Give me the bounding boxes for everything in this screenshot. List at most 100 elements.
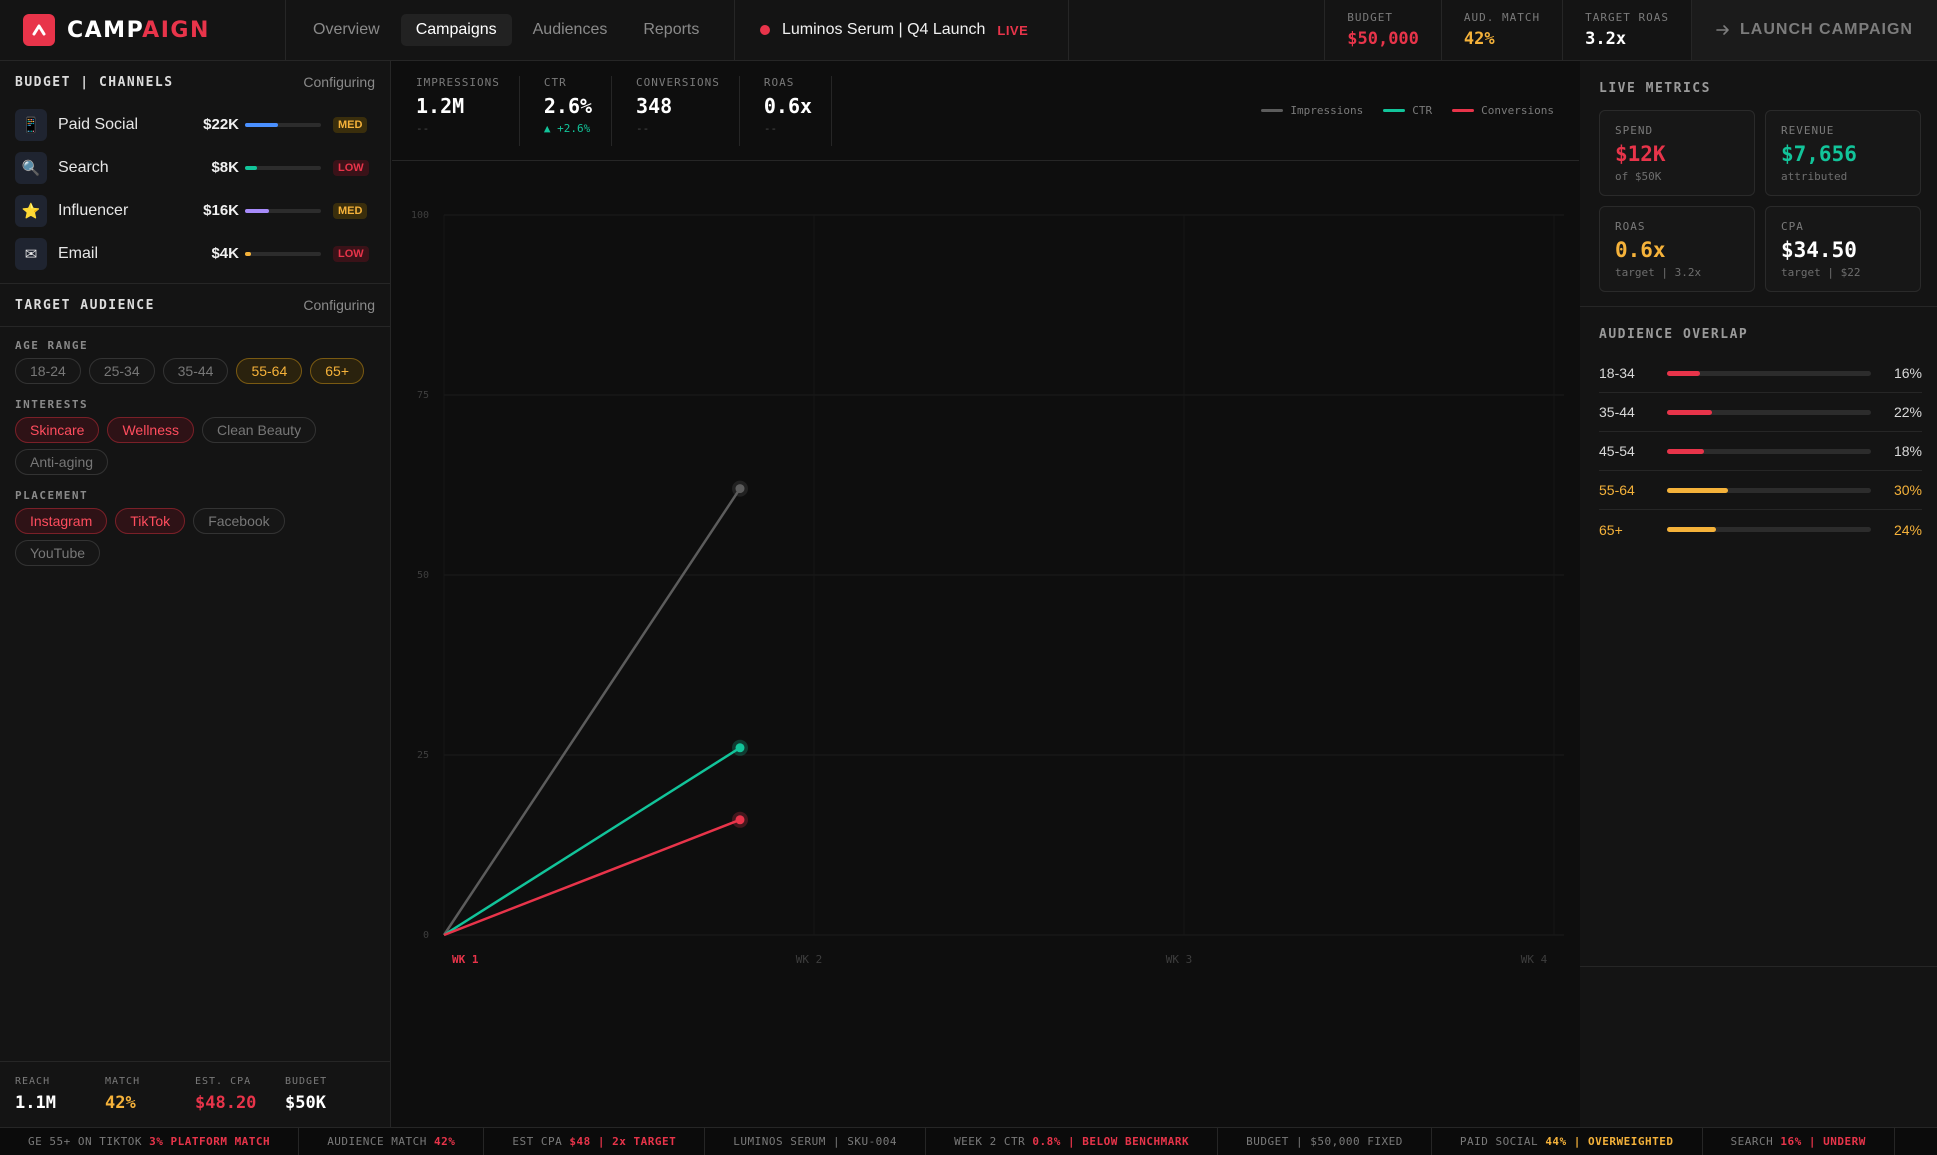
- performance-chart: 100 75 50 25 0 WK 1 WK 2 WK 3 WK 4: [392, 162, 1579, 1127]
- overlap-bar-fill: [1667, 370, 1700, 376]
- footer-stat-label: MATCH: [105, 1076, 141, 1087]
- phone-icon: 📱: [15, 108, 47, 141]
- channel-amount: $16K: [203, 202, 239, 219]
- series-line-ctr: [443, 746, 741, 937]
- chip-18-24[interactable]: 18-24: [15, 358, 81, 384]
- chip-instagram[interactable]: Instagram: [15, 508, 108, 534]
- nav-tab-audiences[interactable]: Audiences: [518, 14, 623, 46]
- legend-item-ctr: CTR: [1383, 104, 1432, 117]
- channel-row-search[interactable]: 🔍 Search $8K LOW: [0, 146, 390, 189]
- x-tick-label: WK 4: [1521, 953, 1548, 966]
- y-tick-label: 100: [411, 210, 429, 221]
- chip-clean-beauty[interactable]: Clean Beauty: [202, 417, 317, 443]
- channel-share-fill: [245, 251, 252, 256]
- overlap-pct: 24%: [1893, 521, 1922, 538]
- metric-label: SPEND: [1615, 124, 1654, 137]
- kpi-label: ROAS: [763, 76, 795, 89]
- legend-swatch: [1383, 109, 1406, 112]
- overlap-row-18-34: 18-34 16%: [1599, 354, 1922, 393]
- top-stats: BUDGET $50,000 AUD. MATCH 42% TARGET ROAS 3.2…: [1324, 0, 1691, 60]
- chip-55-64[interactable]: 55-64: [236, 358, 303, 384]
- chip-facebook[interactable]: Facebook: [193, 508, 285, 534]
- ticker-text: PAID SOCIAL: [1459, 1134, 1539, 1148]
- metric-label: CPA: [1781, 220, 1804, 233]
- chip-65-[interactable]: 65+: [310, 358, 364, 384]
- kpi-value: 348: [636, 94, 673, 118]
- performance-chart-svg: 100 75 50 25 0 WK 1 WK 2 WK 3 WK 4: [411, 210, 1564, 966]
- chart-legend: Impressions CTR Conversions: [1261, 104, 1554, 117]
- series-line-impressions: [442, 487, 742, 936]
- launch-campaign-label: LAUNCH CAMPAIGN: [1740, 21, 1913, 38]
- channel-priority-badge: LOW: [333, 245, 369, 262]
- overlap-bar: [1667, 527, 1871, 532]
- kpi-row: IMPRESSIONS 1.2M -- CTR 2.6% ▲ +2.6% CONVERSIO…: [392, 61, 1579, 161]
- overlap-bar-fill: [1667, 448, 1704, 454]
- channel-name: Email: [58, 244, 99, 262]
- chip-25-34[interactable]: 25-34: [88, 358, 155, 384]
- footer-stat-label: BUDGET: [285, 1076, 328, 1087]
- y-tick-label: 25: [417, 750, 429, 761]
- overlap-row-65-: 65+ 24%: [1599, 510, 1922, 549]
- channel-share-bar: [245, 122, 321, 127]
- metric-label: REVENUE: [1781, 124, 1835, 137]
- metric-sub: attributed: [1781, 170, 1848, 183]
- left-footer-stats: REACH 1.1M MATCH 42% EST. CPA $48.20 BUDGET $50…: [0, 1061, 390, 1127]
- footer-stat-reach: REACH 1.1M: [15, 1076, 105, 1127]
- channel-name: Influencer: [58, 201, 129, 219]
- metric-card-roas: ROAS 0.6x target | 3.2x: [1599, 206, 1755, 292]
- overlap-pct: 16%: [1893, 365, 1922, 381]
- kpi-value: 1.2M: [416, 94, 465, 118]
- footer-stat-value: 42%: [105, 1093, 136, 1113]
- top-stat-label: AUD. MATCH: [1463, 11, 1541, 24]
- chip-skincare[interactable]: Skincare: [15, 417, 100, 443]
- channel-name: Paid Social: [58, 115, 139, 133]
- live-dot-icon: [760, 25, 770, 35]
- footer-stat-match: MATCH 42%: [105, 1076, 195, 1127]
- kpi-trend: ▲ +2.6%: [543, 122, 591, 135]
- metric-value: $12K: [1615, 142, 1666, 166]
- legend-item-impressions: Impressions: [1261, 104, 1363, 117]
- channel-row-paid-social[interactable]: 📱 Paid Social $22K MED: [0, 103, 390, 146]
- channel-row-influencer[interactable]: ⭐ Influencer $16K MED: [0, 189, 390, 232]
- channel-share-bar: [245, 165, 321, 170]
- brand-logo-icon: [23, 14, 55, 46]
- series-point-impressions[interactable]: [735, 484, 745, 494]
- overlap-bar: [1667, 487, 1871, 493]
- launch-campaign-button[interactable]: LAUNCH CAMPAIGN: [1691, 0, 1937, 60]
- kpi-label: CONVERSIONS: [636, 76, 720, 89]
- search-icon: 🔍: [15, 151, 47, 184]
- channel-row-email[interactable]: ✉ Email $4K LOW: [0, 232, 390, 275]
- ticker-text: SEARCH: [1730, 1134, 1774, 1148]
- top-stat-value: 3.2x: [1585, 29, 1627, 49]
- top-stat-target-roas: TARGET ROAS 3.2x: [1562, 0, 1691, 60]
- kpi-ctr: CTR 2.6% ▲ +2.6%: [520, 76, 613, 146]
- series-point-conversions[interactable]: [735, 815, 745, 825]
- chip-youtube[interactable]: YouTube: [15, 540, 101, 566]
- top-stat-budget: BUDGET $50,000: [1324, 0, 1441, 60]
- nav-tab-reports[interactable]: Reports: [628, 14, 714, 46]
- metric-value: 0.6x: [1615, 238, 1666, 262]
- chip-wellness[interactable]: Wellness: [107, 417, 195, 443]
- legend-item-conversions: Conversions: [1452, 104, 1554, 117]
- overlap-row-45-54: 45-54 18%: [1599, 432, 1922, 471]
- age-range-chips: 18-24 25-34 35-44 55-64 65+: [0, 358, 390, 384]
- chip-35-44[interactable]: 35-44: [162, 358, 229, 384]
- kpi-label: CTR: [543, 76, 567, 89]
- ticker-item: WEEK 2 CTR 0.8% | BELOW BENCHMARK: [926, 1128, 1219, 1155]
- budget-section-header: BUDGET | CHANNELS Configuring: [0, 61, 390, 103]
- series-point-ctr[interactable]: [735, 743, 745, 753]
- kpi-label: IMPRESSIONS: [416, 76, 500, 89]
- metric-sub: target | $22: [1781, 266, 1861, 279]
- chip-anti-aging[interactable]: Anti-aging: [15, 449, 109, 475]
- legend-label: Impressions: [1290, 104, 1364, 117]
- nav-tab-campaigns[interactable]: Campaigns: [400, 14, 512, 46]
- footer-stat-label: REACH: [15, 1076, 51, 1087]
- kpi-roas: ROAS 0.6x --: [740, 76, 833, 146]
- metric-sub: target | 3.2x: [1615, 266, 1702, 279]
- brand: CAMPAIGN: [0, 0, 286, 60]
- nav-tab-overview[interactable]: Overview: [298, 14, 395, 46]
- right-panel: LIVE METRICS SPEND $12K of $50K REVENUE $7,6…: [1580, 61, 1937, 1127]
- overlap-pct: 30%: [1893, 482, 1922, 498]
- chip-tiktok[interactable]: TikTok: [115, 508, 186, 534]
- interests-label: INTERESTS: [15, 398, 89, 411]
